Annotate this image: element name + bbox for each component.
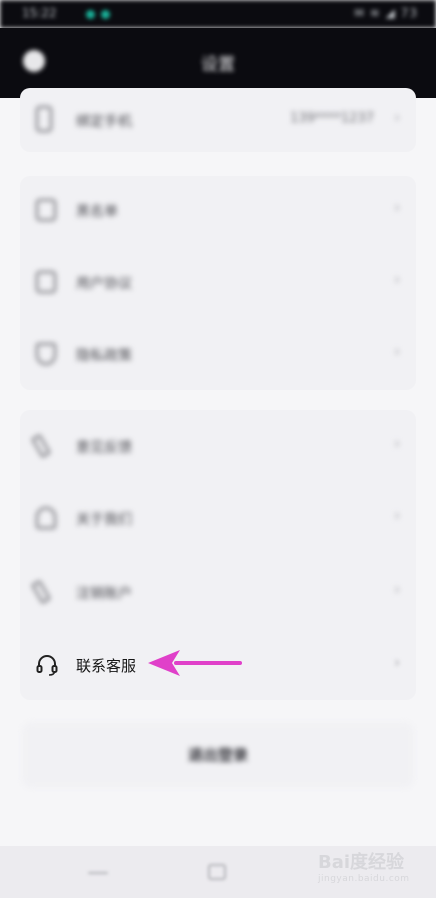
phone-icon xyxy=(36,106,52,132)
settings-row-privacy-policy[interactable]: 隐私政策 › xyxy=(20,324,416,384)
home-nav-icon[interactable] xyxy=(208,864,226,880)
logout-button[interactable]: 退出登录 xyxy=(22,722,414,788)
chevron-right-icon: › xyxy=(394,200,400,216)
chevron-right-icon: › xyxy=(394,582,400,598)
row-label: 关于我们 xyxy=(76,512,132,528)
watermark-brand: Bai度经验 xyxy=(318,852,405,873)
row-label: 绑定手机 xyxy=(76,114,132,130)
chevron-right-icon: › xyxy=(394,344,400,360)
settings-row-about-us[interactable]: 关于我们 › xyxy=(20,488,416,548)
notification-dots xyxy=(86,8,116,22)
chevron-right-icon: › xyxy=(394,436,400,452)
menu-nav-icon[interactable] xyxy=(88,872,108,874)
row-label: 用户协议 xyxy=(76,276,132,292)
baidu-jingyan-watermark: Bai度经验 jingyan.baidu.com xyxy=(318,848,414,888)
document-icon xyxy=(36,271,56,293)
settings-row-blacklist[interactable]: 黑名单 › xyxy=(20,180,416,240)
status-time: 15:22 xyxy=(22,6,57,20)
row-label: 黑名单 xyxy=(76,204,118,220)
chevron-right-icon: › xyxy=(394,110,400,126)
pen-icon xyxy=(31,433,51,459)
annotation-arrow xyxy=(148,650,242,676)
settings-row-feedback[interactable]: 意见反馈 › xyxy=(20,416,416,476)
contact-support-label: 联系客服 xyxy=(76,657,137,675)
policy-card: 黑名单 › 用户协议 › 隐私政策 › xyxy=(20,176,416,390)
settings-row-bind-phone[interactable]: 绑定手机 139****1237 › xyxy=(20,90,416,150)
chevron-right-icon: › xyxy=(394,655,400,671)
page-title: 设置 xyxy=(201,55,235,75)
chevron-right-icon: › xyxy=(394,272,400,288)
pen-icon xyxy=(31,579,51,605)
row-value: 139****1237 xyxy=(290,111,374,126)
logout-label: 退出登录 xyxy=(187,746,248,764)
row-label: 意见反馈 xyxy=(76,440,132,456)
row-label: 隐私政策 xyxy=(76,348,132,364)
document-icon xyxy=(36,199,56,221)
shield-icon xyxy=(36,343,56,365)
chevron-right-icon: › xyxy=(394,508,400,524)
status-bar: 15:22 ✉ ≋ ◢ 73 xyxy=(0,0,436,28)
row-label: 注销账户 xyxy=(76,586,132,602)
status-icons: ✉ ≋ ◢ 73 xyxy=(353,6,418,20)
account-card: 绑定手机 139****1237 › xyxy=(20,88,416,152)
user-icon xyxy=(36,507,56,529)
headset-icon xyxy=(36,655,58,676)
settings-row-user-agreement[interactable]: 用户协议 › xyxy=(20,252,416,312)
watermark-url: jingyan.baidu.com xyxy=(318,874,410,884)
settings-row-delete-account[interactable]: 注销账户 › xyxy=(20,562,416,622)
